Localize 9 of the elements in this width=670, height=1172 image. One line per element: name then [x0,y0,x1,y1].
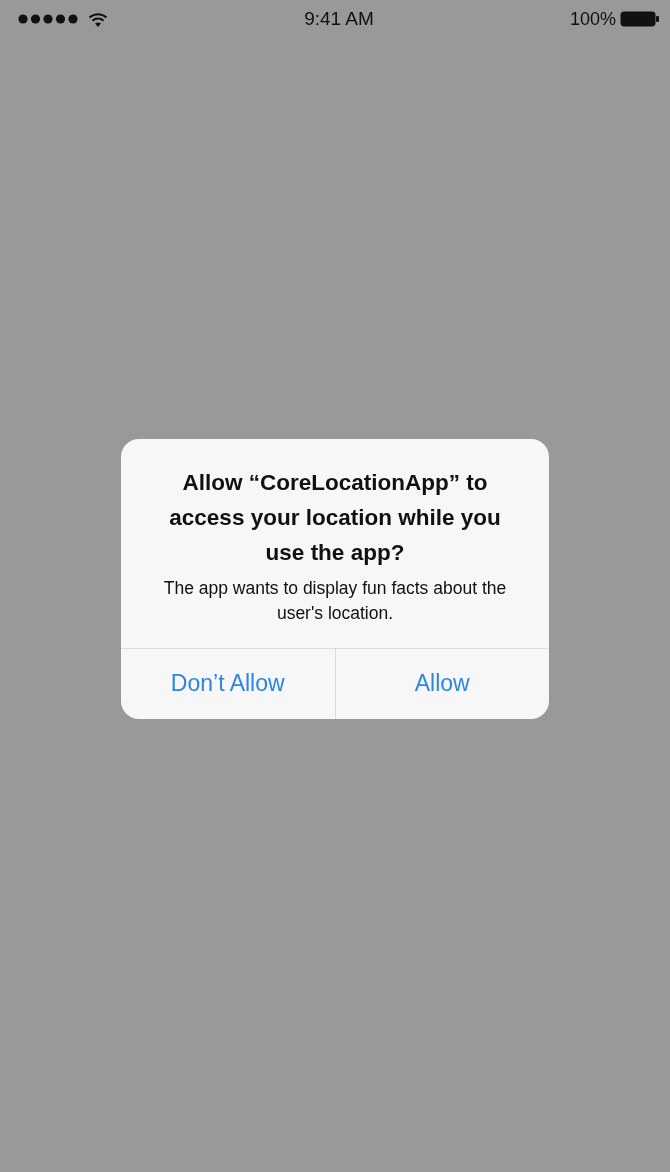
wifi-icon [88,11,108,27]
alert-message: The app wants to display fun facts about the user's location. [162,576,508,625]
alert-title: Allow “CoreLocationApp” to access your location while you use the app? [168,468,502,567]
battery-icon [620,11,660,27]
alert-button[interactable]: Allow [334,648,549,719]
battery-percentage: 100% [569,8,616,30]
status-time: 9:41 AM [304,8,374,30]
alert-button[interactable]: Don’t Allow [121,648,335,719]
signal-icon [18,14,80,24]
